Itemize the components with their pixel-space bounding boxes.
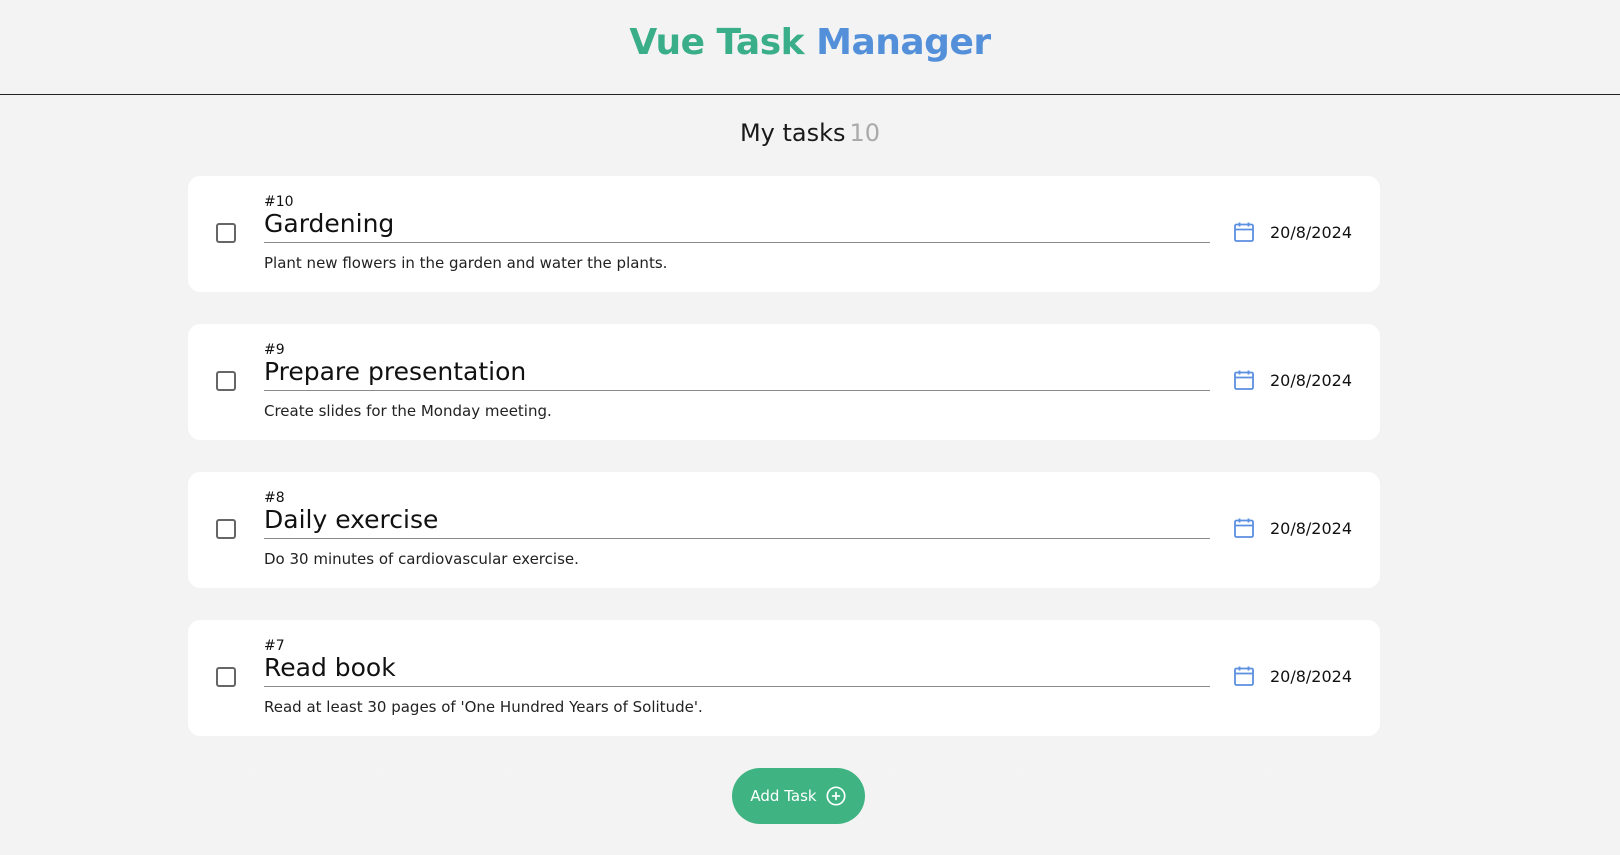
task-id: #8 xyxy=(264,490,285,506)
task-list: #10 Gardening Plant new flowers in the g… xyxy=(188,176,1380,796)
task-date: 20/8/2024 xyxy=(1269,518,1352,538)
task-checkbox[interactable] xyxy=(216,223,236,243)
app-title-part2: Manager xyxy=(816,22,991,63)
add-task-label: Add Task xyxy=(750,787,817,805)
app-title: Vue Task Manager xyxy=(0,22,1620,63)
calendar-icon[interactable] xyxy=(1232,516,1256,540)
task-title-field[interactable]: Gardening xyxy=(264,209,1210,243)
calendar-icon[interactable] xyxy=(1232,220,1256,244)
task-date: 20/8/2024 xyxy=(1269,666,1352,686)
task-title-field[interactable]: Read book xyxy=(264,653,1210,687)
app-header: Vue Task Manager xyxy=(0,0,1620,95)
task-date-picker[interactable]: 20/8/2024 xyxy=(1232,220,1352,244)
calendar-icon[interactable] xyxy=(1232,368,1256,392)
task-title-field[interactable]: Prepare presentation xyxy=(264,357,1210,391)
task-id: #10 xyxy=(264,194,294,210)
task-card: #7 Read book Read at least 30 pages of '… xyxy=(188,620,1380,736)
task-checkbox[interactable] xyxy=(216,667,236,687)
task-id: #6 xyxy=(264,786,285,796)
task-card: #8 Daily exercise Do 30 minutes of cardi… xyxy=(188,472,1380,588)
add-task-button[interactable]: Add Task xyxy=(732,768,865,824)
calendar-icon[interactable] xyxy=(1232,664,1256,688)
task-id: #7 xyxy=(264,638,285,654)
task-description[interactable]: Plant new flowers in the garden and wate… xyxy=(264,254,667,272)
task-date-picker[interactable]: 20/8/2024 xyxy=(1232,368,1352,392)
task-date: 20/8/2024 xyxy=(1269,222,1352,242)
task-card: #9 Prepare presentation Create slides fo… xyxy=(188,324,1380,440)
task-description[interactable]: Do 30 minutes of cardiovascular exercise… xyxy=(264,550,579,568)
app-title-part1: Vue Task xyxy=(629,22,805,63)
task-count: 10 xyxy=(849,119,881,147)
task-date-picker[interactable]: 20/8/2024 xyxy=(1232,664,1352,688)
tasks-heading-label: My tasks xyxy=(739,119,846,147)
plus-circle-icon xyxy=(826,786,846,806)
task-description[interactable]: Read at least 30 pages of 'One Hundred Y… xyxy=(264,698,703,716)
task-date-picker[interactable]: 20/8/2024 xyxy=(1232,516,1352,540)
task-checkbox[interactable] xyxy=(216,519,236,539)
task-description[interactable]: Create slides for the Monday meeting. xyxy=(264,402,552,420)
task-card: #10 Gardening Plant new flowers in the g… xyxy=(188,176,1380,292)
task-checkbox[interactable] xyxy=(216,371,236,391)
tasks-heading: My tasks 10 xyxy=(0,119,1620,147)
task-date: 20/8/2024 xyxy=(1269,370,1352,390)
task-id: #9 xyxy=(264,342,285,358)
task-title-field[interactable]: Daily exercise xyxy=(264,505,1210,539)
